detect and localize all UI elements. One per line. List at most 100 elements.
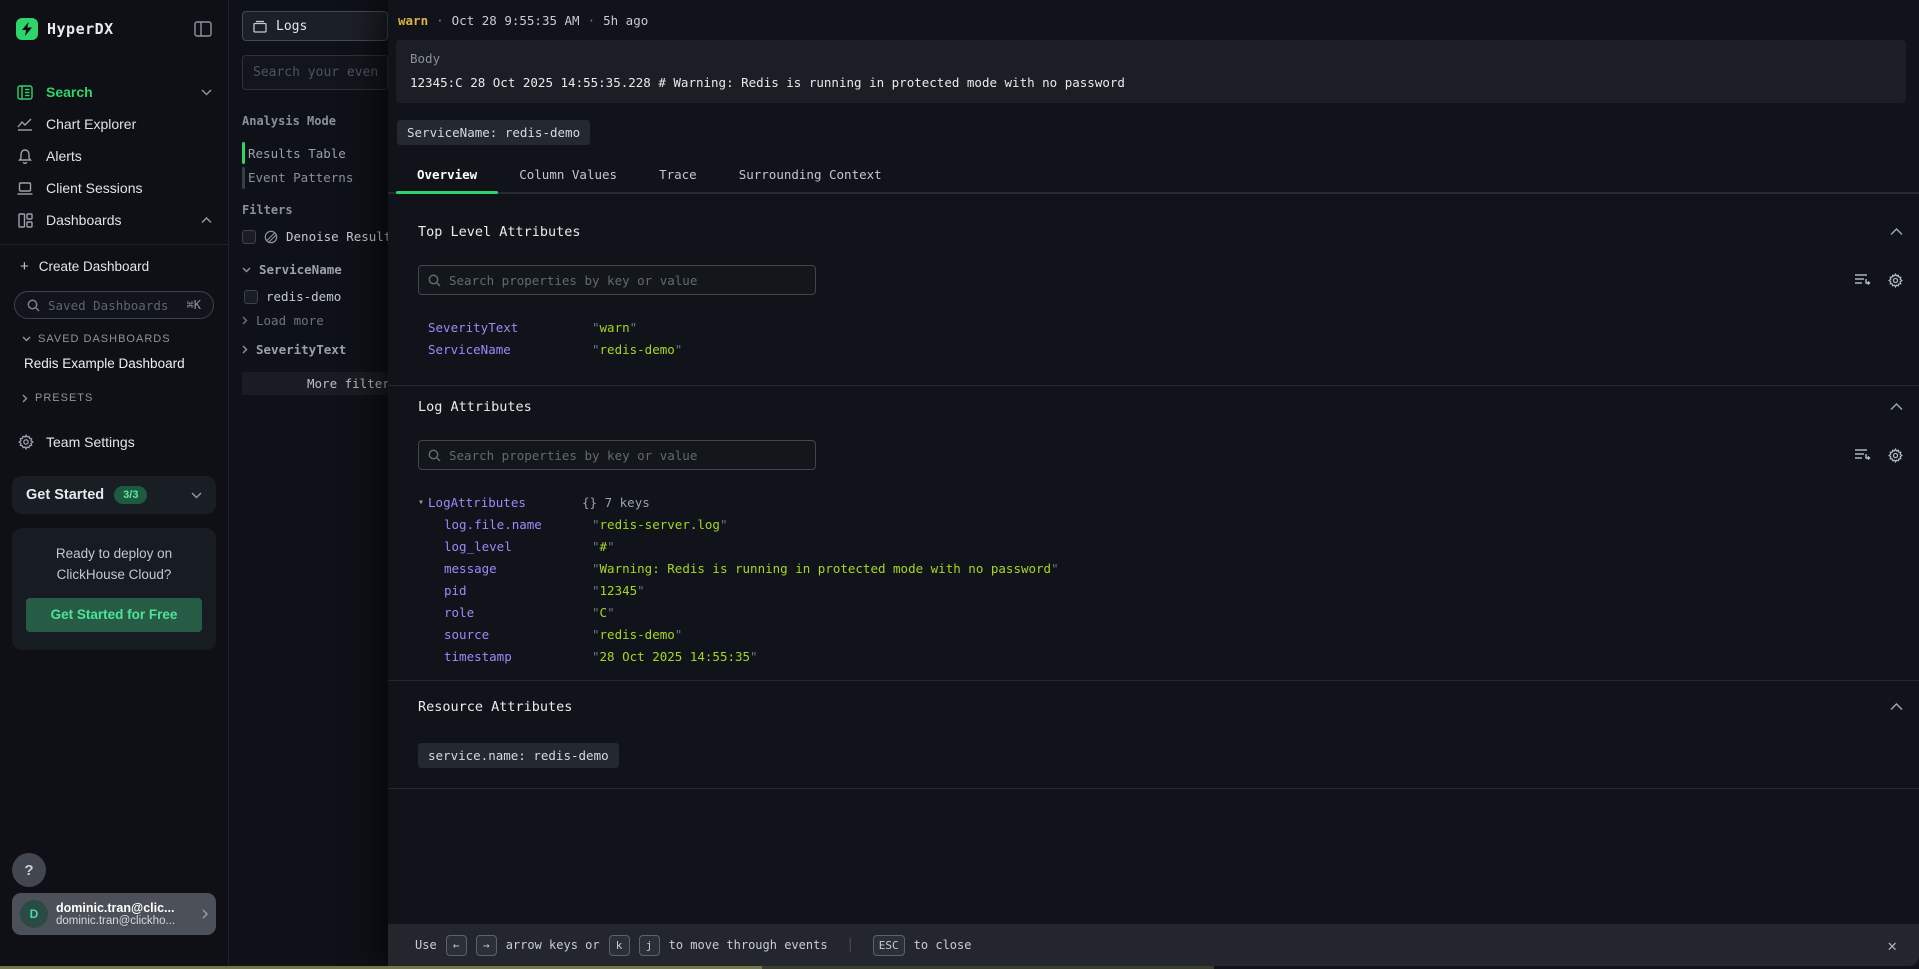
saved-dashboards-search[interactable]: Saved Dashboards ⌘K [14, 291, 214, 319]
deploy-line-2: ClickHouse Cloud? [24, 565, 204, 586]
key-arrow-right: → [476, 935, 497, 956]
denoise-checkbox[interactable] [242, 230, 256, 244]
close-icon[interactable]: ✕ [1887, 936, 1897, 955]
presets-section[interactable]: PRESETS [0, 378, 228, 408]
collapse-section-icon[interactable] [1890, 703, 1903, 711]
source-selector-label: Logs [276, 19, 307, 34]
attribute-row[interactable]: message Warning: Redis is running in pro… [418, 557, 1903, 579]
chart-explorer-icon [16, 117, 34, 131]
settings-gear-icon[interactable] [1888, 448, 1903, 463]
key-esc: ESC [873, 935, 905, 956]
denoise-label: Denoise Results [286, 229, 399, 244]
tab-trace[interactable]: Trace [638, 158, 718, 192]
sidebar-nav: Search Chart Explorer Alerts [0, 76, 228, 236]
property-search[interactable] [418, 440, 816, 470]
user-info: dominic.tran@clic... dominic.tran@clickh… [56, 901, 194, 927]
filter-value-redis-demo[interactable]: redis-demo [244, 289, 341, 304]
attribute-row[interactable]: ServiceName redis-demo [418, 338, 1903, 360]
attribute-row[interactable]: pid 12345 [418, 579, 1903, 601]
tab-column-values[interactable]: Column Values [498, 158, 638, 192]
caret-down-icon[interactable]: ▾ [418, 497, 424, 508]
attribute-row[interactable]: SeverityText warn [418, 316, 1903, 338]
attribute-row[interactable]: source redis-demo [418, 623, 1903, 645]
footer-text: to move through events [669, 938, 828, 952]
resource-attributes-section: Resource Attributes service.name: redis-… [388, 681, 1919, 789]
mode-results-table[interactable]: Results Table [248, 146, 346, 161]
get-started-label: Get Started [26, 487, 104, 503]
gear-icon [18, 434, 34, 450]
attribute-meta: {} 7 keys [582, 495, 650, 510]
property-search-input[interactable] [449, 448, 806, 463]
active-mode-indicator [242, 142, 245, 164]
sidebar-item-redis-dashboard[interactable]: Redis Example Dashboard [0, 349, 228, 378]
sidebar-item-chart-explorer[interactable]: Chart Explorer [0, 108, 228, 140]
sidebar-collapse-icon[interactable] [194, 21, 212, 37]
attribute-row[interactable]: log_level # [418, 535, 1903, 557]
attribute-row[interactable]: role C [418, 601, 1903, 623]
load-more-button[interactable]: Load more [242, 313, 324, 328]
plus-icon: + [20, 258, 29, 275]
event-tags: ServiceName: redis-demo [397, 120, 1919, 145]
attribute-parent-row[interactable]: ▾ LogAttributes {} 7 keys [418, 491, 1903, 513]
body-label: Body [410, 51, 1892, 66]
property-search-input[interactable] [449, 273, 806, 288]
presets-label: PRESETS [35, 392, 93, 404]
filter-value-label: redis-demo [266, 289, 341, 304]
attribute-row[interactable]: timestamp 28 Oct 2025 14:55:35 [418, 645, 1903, 667]
settings-gear-icon[interactable] [1888, 273, 1903, 288]
filter-group-label: SeverityText [256, 342, 346, 357]
user-menu[interactable]: D dominic.tran@clic... dominic.tran@clic… [12, 893, 216, 935]
shortcut-badge: ⌘K [187, 298, 201, 312]
attribute-row[interactable]: log.file.name redis-server.log [418, 513, 1903, 535]
top-level-attributes-table: SeverityText warn ServiceName redis-demo [418, 316, 1903, 360]
redis-demo-checkbox[interactable] [244, 290, 258, 304]
saved-dashboards-section[interactable]: SAVED DASHBOARDS [0, 319, 228, 349]
team-settings-button[interactable]: Team Settings [0, 408, 228, 458]
top-level-attributes-section: Top Level Attributes SeverityText warn [388, 194, 1919, 386]
attribute-key: LogAttributes [428, 495, 582, 510]
event-detail-panel: warn · Oct 28 9:55:35 AM · 5h ago Body 1… [388, 0, 1919, 969]
help-button[interactable]: ? [12, 853, 46, 887]
resource-service-tag[interactable]: service.name: redis-demo [418, 743, 619, 768]
property-search[interactable] [418, 265, 816, 295]
collapse-section-icon[interactable] [1890, 228, 1903, 236]
filter-lines-icon[interactable] [1854, 448, 1871, 463]
analysis-mode-label: Analysis Mode [242, 114, 336, 128]
filter-group-servicename[interactable]: ServiceName [242, 262, 342, 277]
user-email: dominic.tran@clickho... [56, 915, 194, 927]
brand-row: HyperDX [0, 0, 228, 50]
chevron-right-icon [242, 345, 248, 354]
get-started-free-button[interactable]: Get Started for Free [26, 598, 202, 632]
service-name-tag[interactable]: ServiceName: redis-demo [397, 120, 590, 145]
attribute-key: role [444, 605, 592, 620]
chevron-down-icon [191, 492, 202, 499]
saved-search-placeholder: Saved Dashboards [48, 298, 179, 313]
collapse-section-icon[interactable] [1890, 403, 1903, 411]
brand-name: HyperDX [47, 20, 185, 38]
create-dashboard-button[interactable]: + Create Dashboard [0, 245, 228, 285]
tab-overview[interactable]: Overview [396, 158, 498, 192]
mode-event-patterns[interactable]: Event Patterns [248, 170, 353, 185]
chevron-right-icon [22, 394, 28, 403]
get-started-progress-badge: 3/3 [114, 486, 147, 504]
attribute-key: log.file.name [444, 517, 592, 532]
sidebar-item-client-sessions[interactable]: Client Sessions [0, 172, 228, 204]
get-started-card[interactable]: Get Started 3/3 [12, 476, 216, 514]
chevron-down-icon [242, 267, 251, 273]
nav-label: Chart Explorer [46, 116, 136, 132]
chevron-down-icon [201, 89, 212, 96]
event-search-input[interactable] [242, 55, 388, 90]
sidebar-item-dashboards[interactable]: Dashboards [0, 204, 228, 236]
filter-group-severitytext[interactable]: SeverityText [242, 342, 346, 357]
denoise-results-row[interactable]: Denoise Results [242, 229, 399, 244]
attribute-key: timestamp [444, 649, 592, 664]
attribute-value: # [592, 539, 615, 554]
chevron-down-icon [22, 336, 31, 342]
source-selector-button[interactable]: Logs [242, 11, 388, 41]
tab-surrounding-context[interactable]: Surrounding Context [718, 158, 903, 192]
sidebar-item-alerts[interactable]: Alerts [0, 140, 228, 172]
sidebar-item-search[interactable]: Search [0, 76, 228, 108]
filter-lines-icon[interactable] [1854, 273, 1871, 288]
filters-label: Filters [242, 203, 293, 217]
search-nav-icon [16, 85, 34, 100]
